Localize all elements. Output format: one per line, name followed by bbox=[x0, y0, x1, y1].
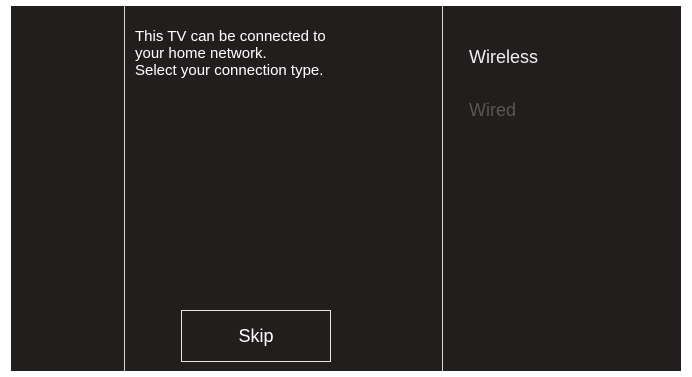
connection-message: This TV can be connected to your home ne… bbox=[135, 28, 435, 79]
message-line: Select your connection type. bbox=[135, 62, 324, 79]
connection-type-list: Wireless Wired bbox=[469, 44, 538, 150]
left-divider bbox=[124, 6, 125, 371]
skip-button-label: Skip bbox=[238, 325, 274, 346]
option-wired[interactable]: Wired bbox=[469, 97, 538, 123]
right-divider bbox=[442, 6, 443, 371]
network-setup-screen: This TV can be connected to your home ne… bbox=[11, 6, 681, 371]
message-line: your home network. bbox=[135, 45, 267, 62]
message-line: This TV can be connected to bbox=[135, 28, 326, 45]
skip-button[interactable]: Skip bbox=[181, 310, 331, 362]
option-wireless[interactable]: Wireless bbox=[469, 44, 538, 70]
